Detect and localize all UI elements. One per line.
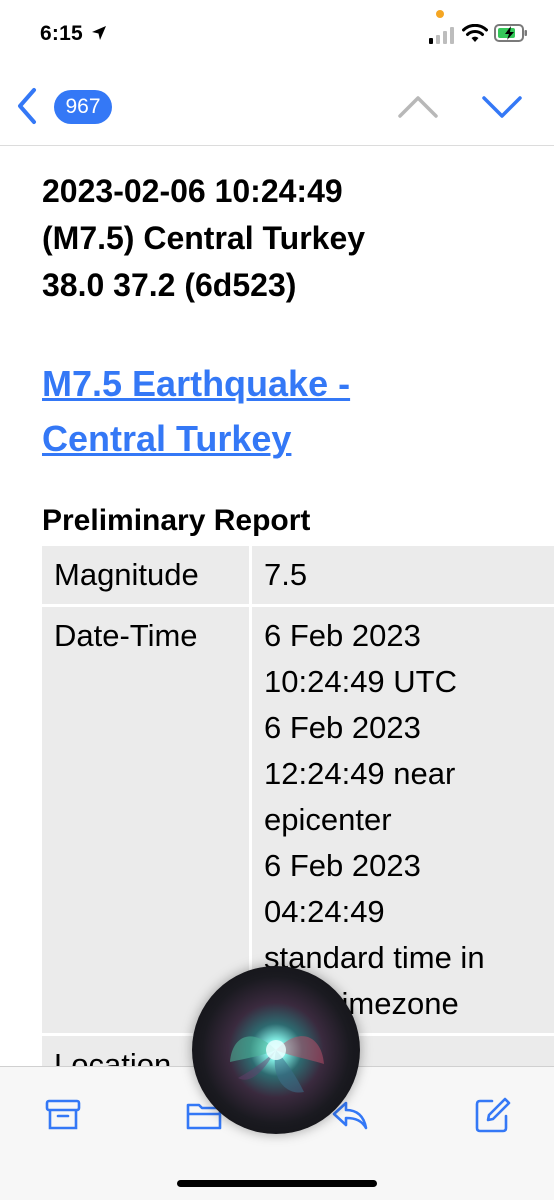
subject-line: (M7.5) Central Turkey xyxy=(42,220,366,256)
status-time: 6:15 xyxy=(40,22,83,45)
table-row: Magnitude 7.5 xyxy=(42,546,554,607)
siri-swirl-graphic xyxy=(230,1036,324,1093)
unread-count-badge[interactable]: 967 xyxy=(54,90,112,124)
compose-icon[interactable] xyxy=(472,1095,512,1135)
headline-line[interactable]: M7.5 Earthquake - xyxy=(42,356,542,411)
subject-line: 38.0 37.2 (6d523) xyxy=(42,267,297,303)
value-line: epicenter xyxy=(264,802,392,837)
email-body: 2023-02-06 10:24:49 (M7.5) Central Turke… xyxy=(0,146,554,1066)
value-line: 6 Feb 2023 xyxy=(264,848,421,883)
value-line: 6 Feb 2023 xyxy=(264,710,421,745)
chevron-left-icon[interactable] xyxy=(12,86,42,126)
home-indicator[interactable] xyxy=(177,1180,377,1187)
value-line: 7.5 xyxy=(264,557,308,592)
earthquake-headline-link[interactable]: M7.5 Earthquake - Central Turkey xyxy=(42,356,542,466)
value-line: 04:24:49 xyxy=(264,894,385,929)
mail-nav-bar: 967 xyxy=(0,66,554,146)
wifi-icon xyxy=(462,24,488,42)
siri-orb[interactable] xyxy=(192,966,360,1134)
row-value: 7.5 xyxy=(252,546,554,604)
email-subject: 2023-02-06 10:24:49 (M7.5) Central Turke… xyxy=(42,168,542,309)
chevron-down-icon[interactable] xyxy=(480,90,524,124)
status-bar: 6:15 xyxy=(0,0,554,66)
battery-charging-icon xyxy=(494,24,527,42)
archive-icon[interactable] xyxy=(43,1095,83,1135)
privacy-indicator-dot xyxy=(436,10,444,18)
headline-line[interactable]: Central Turkey xyxy=(42,411,542,466)
report-title: Preliminary Report xyxy=(42,504,311,537)
location-arrow-icon xyxy=(92,26,106,40)
value-line: 12:24:49 near xyxy=(264,756,456,791)
value-line: 10:24:49 UTC xyxy=(264,664,457,699)
row-label: Magnitude xyxy=(42,546,249,604)
subject-line: 2023-02-06 10:24:49 xyxy=(42,173,343,209)
chevron-up-icon[interactable] xyxy=(396,90,440,124)
cellular-signal-icon xyxy=(429,27,454,44)
value-line: 6 Feb 2023 xyxy=(264,618,421,653)
